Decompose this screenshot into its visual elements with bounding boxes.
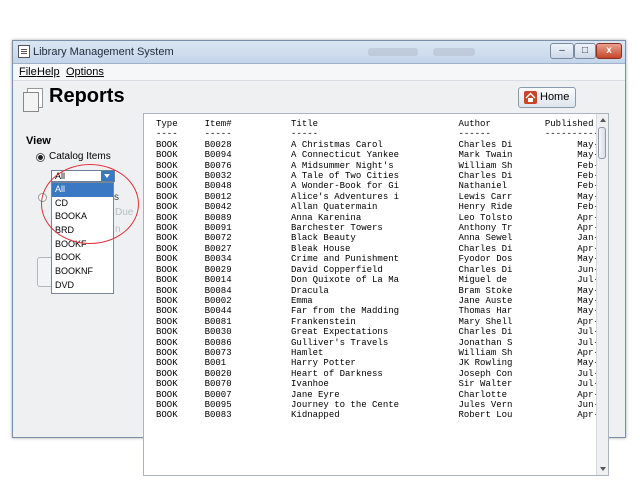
window-title: Library Management System bbox=[33, 46, 174, 58]
report-row: BOOK B0094 A Connecticut Yankee Mark Twa… bbox=[156, 150, 609, 161]
report-row: BOOK B0083 Kidnapped Robert Lou Apr-50 bbox=[156, 410, 609, 421]
blurred-taskbar-text bbox=[368, 48, 418, 56]
catalog-items-label: Catalog Items bbox=[49, 151, 111, 162]
report-row: BOOK B0048 A Wonder-Book for Gi Nathanie… bbox=[156, 181, 609, 192]
report-row: BOOK B0091 Barchester Towers Anthony Tr … bbox=[156, 223, 609, 234]
vertical-scrollbar[interactable] bbox=[596, 114, 608, 475]
report-row: BOOK B0086 Gulliver's Travels Jonathan S… bbox=[156, 337, 609, 348]
report-row: BOOK B0014 Don Quixote of La Ma Miguel d… bbox=[156, 275, 609, 286]
report-content: Type Item# Title Author Published Date --… bbox=[156, 119, 609, 421]
blurred-taskbar-text bbox=[433, 48, 475, 56]
report-row: BOOK B0076 A Midsummer Night's William S… bbox=[156, 160, 609, 171]
report-row: BOOK B0070 Ivanhoe Sir Walter Jul-99 bbox=[156, 379, 609, 390]
report-row: BOOK B0072 Black Beauty Anna Sewel Jan-5… bbox=[156, 233, 609, 244]
title-bar[interactable]: Library Management System – □ x bbox=[13, 41, 625, 64]
dropdown-option[interactable]: BOOK bbox=[52, 251, 113, 265]
report-row: BOOK B0095 Journey to the Cente Jules Ve… bbox=[156, 399, 609, 410]
report-row: BOOK B0032 A Tale of Two Cities Charles … bbox=[156, 171, 609, 182]
maximize-button[interactable]: □ bbox=[574, 43, 596, 59]
report-row: BOOK B0028 A Christmas Carol Charles Di … bbox=[156, 139, 609, 150]
report-row: BOOK B0020 Heart of Darkness Joseph Con … bbox=[156, 368, 609, 379]
obscured-button[interactable] bbox=[37, 257, 51, 287]
report-text-area[interactable]: Type Item# Title Author Published Date --… bbox=[143, 113, 609, 476]
menu-file-label: File bbox=[19, 66, 37, 78]
close-button[interactable]: x bbox=[596, 43, 622, 59]
report-row: BOOK B0027 Bleak House Charles Di Apr-60 bbox=[156, 243, 609, 254]
home-button-label: Home bbox=[540, 91, 570, 103]
home-button[interactable]: Home bbox=[518, 87, 576, 108]
dropdown-option[interactable]: DVD bbox=[52, 279, 113, 293]
app-icon bbox=[18, 45, 30, 58]
scroll-down-icon[interactable] bbox=[598, 464, 607, 474]
dropdown-option[interactable]: BOOKNF bbox=[52, 265, 113, 279]
page-title: Reports bbox=[49, 85, 125, 107]
report-row: BOOK B0044 Far from the Madding Thomas H… bbox=[156, 306, 609, 317]
report-row: BOOK B0012 Alice's Adventures i Lewis Ca… bbox=[156, 191, 609, 202]
report-row: BOOK B0042 Allan Quatermain Henry Ride F… bbox=[156, 202, 609, 213]
view-label: View bbox=[26, 135, 51, 147]
menu-help-label: Help bbox=[37, 66, 60, 78]
report-row: BOOK B0089 Anna Karenina Leo Tolsto Apr-… bbox=[156, 212, 609, 223]
scroll-up-icon[interactable] bbox=[598, 115, 607, 125]
report-row: BOOK B0073 Hamlet William Sh Apr-81 bbox=[156, 347, 609, 358]
report-row: BOOK B0002 Emma Jane Auste May-72 bbox=[156, 295, 609, 306]
report-row: BOOK B0029 David Copperfield Charles Di … bbox=[156, 264, 609, 275]
reports-icon bbox=[23, 88, 45, 112]
app-window: Library Management System – □ x File Hel… bbox=[12, 40, 626, 476]
report-row: BOOK B0007 Jane Eyre Charlotte Apr-93 bbox=[156, 389, 609, 400]
report-header-underline: ---- ----- ----- ------ -------------- bbox=[156, 129, 609, 140]
catalog-items-radio[interactable] bbox=[36, 153, 45, 162]
menu-file[interactable]: File bbox=[19, 66, 37, 78]
home-icon bbox=[524, 91, 537, 104]
report-row: BOOK B0034 Crime and Punishment Fyodor D… bbox=[156, 254, 609, 265]
report-row: BOOK B001 Harry Potter JK Rowling May-94 bbox=[156, 358, 609, 369]
menu-bar: File Help Options bbox=[13, 64, 625, 81]
report-header-row: Type Item# Title Author Published Date bbox=[156, 119, 609, 129]
report-row: BOOK B0030 Great Expectations Charles Di… bbox=[156, 327, 609, 338]
report-row: BOOK B0081 Frankenstein Mary Shell Apr-9… bbox=[156, 316, 609, 327]
menu-options[interactable]: Options bbox=[66, 66, 104, 78]
menu-help[interactable]: Help bbox=[37, 66, 60, 78]
scrollbar-thumb[interactable] bbox=[598, 127, 606, 159]
highlight-annotation bbox=[41, 164, 139, 244]
minimize-button[interactable]: – bbox=[550, 43, 574, 59]
report-row: BOOK B0084 Dracula Bram Stoke May-64 bbox=[156, 285, 609, 296]
menu-options-label: Options bbox=[66, 66, 104, 78]
